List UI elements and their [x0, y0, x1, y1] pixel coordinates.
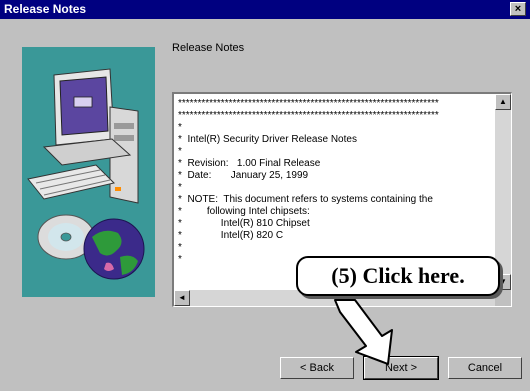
- notes-line: ****************************************…: [178, 98, 439, 109]
- title-bar[interactable]: Release Notes ×: [0, 0, 530, 19]
- notes-line: * Revision: 1.00 Final Release: [178, 158, 321, 169]
- notes-line: *: [178, 122, 182, 133]
- window-title: Release Notes: [4, 2, 87, 16]
- notes-line: *: [178, 242, 182, 253]
- notes-line: * Intel(R) 810 Chipset: [178, 218, 310, 229]
- release-notes-dialog: Release Notes × Release Notes **********…: [0, 0, 530, 391]
- back-button[interactable]: < Back: [280, 357, 354, 379]
- notes-line: * Date: January 25, 1999: [178, 170, 309, 181]
- notes-line: *: [178, 182, 182, 193]
- computer-cd-globe-image: [22, 47, 155, 297]
- notes-line: ****************************************…: [178, 110, 439, 121]
- notes-line: *: [178, 146, 182, 157]
- next-button[interactable]: Next >: [363, 356, 439, 380]
- notes-line: * following Intel chipsets:: [178, 206, 310, 217]
- cancel-button[interactable]: Cancel: [448, 357, 522, 379]
- callout-text: (5) Click here.: [331, 263, 465, 288]
- notes-line: * NOTE: This document refers to systems …: [178, 194, 433, 205]
- scroll-left-button[interactable]: ◄: [174, 290, 190, 306]
- instruction-callout: (5) Click here.: [296, 256, 500, 296]
- page-heading: Release Notes: [172, 42, 245, 54]
- computer-illustration: [22, 47, 155, 297]
- scroll-up-button[interactable]: ▲: [495, 94, 511, 110]
- notes-line: * Intel(R) Security Driver Release Notes: [178, 134, 357, 145]
- notes-line: * Intel(R) 820 C: [178, 230, 284, 241]
- close-button[interactable]: ×: [510, 2, 526, 16]
